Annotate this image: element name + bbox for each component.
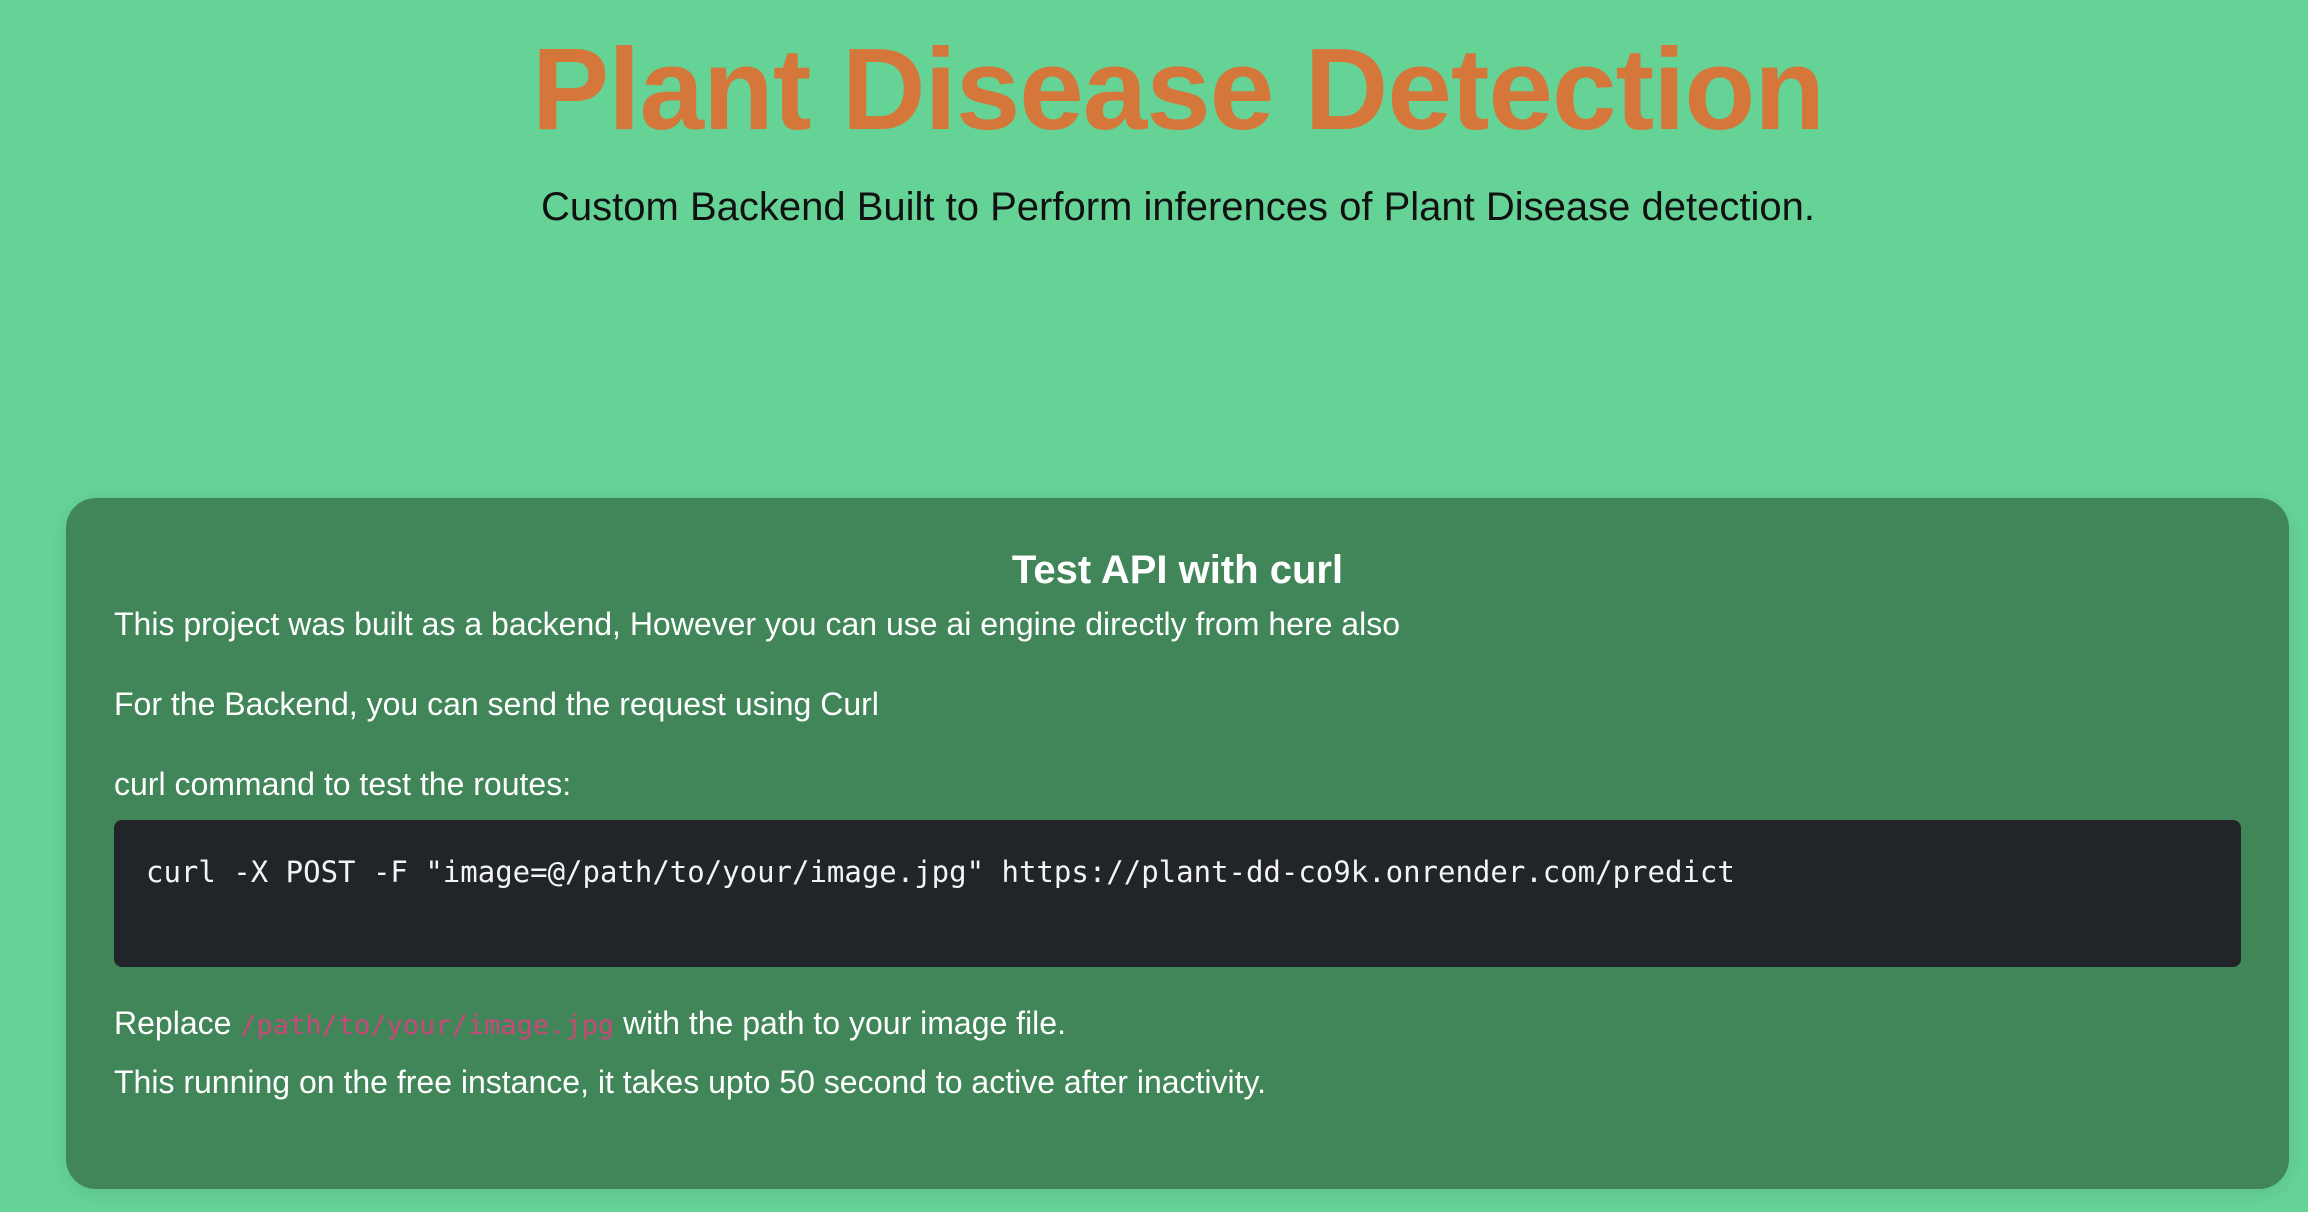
instance-note: This running on the free instance, it ta… [114,1064,1267,1100]
page-subtitle: Custom Backend Built to Perform inferenc… [541,185,1815,229]
page-title: Plant Disease Detection [531,24,1825,154]
api-info-card: Test API with curl This project was buil… [66,498,2289,1189]
page-header: Plant Disease Detection Custom Backend B… [0,0,2308,232]
path-inline-code: /path/to/your/image.jpg [240,1010,615,1041]
card-title: Test API with curl [1011,548,1344,592]
page: Plant Disease Detection Custom Backend B… [0,0,2308,1212]
intro-text: This project was built as a backend, How… [114,606,1400,642]
curl-command-block[interactable]: curl -X POST -F "image=@/path/to/your/im… [114,820,2241,967]
replace-suffix: with the path to your image file. [614,1005,1066,1041]
command-label: curl command to test the routes: [114,766,572,802]
replace-prefix: Replace [114,1005,241,1041]
replace-instruction: Replace /path/to/your/image.jpg with the… [114,1003,2241,1046]
backend-note: For the Backend, you can send the reques… [114,686,879,722]
